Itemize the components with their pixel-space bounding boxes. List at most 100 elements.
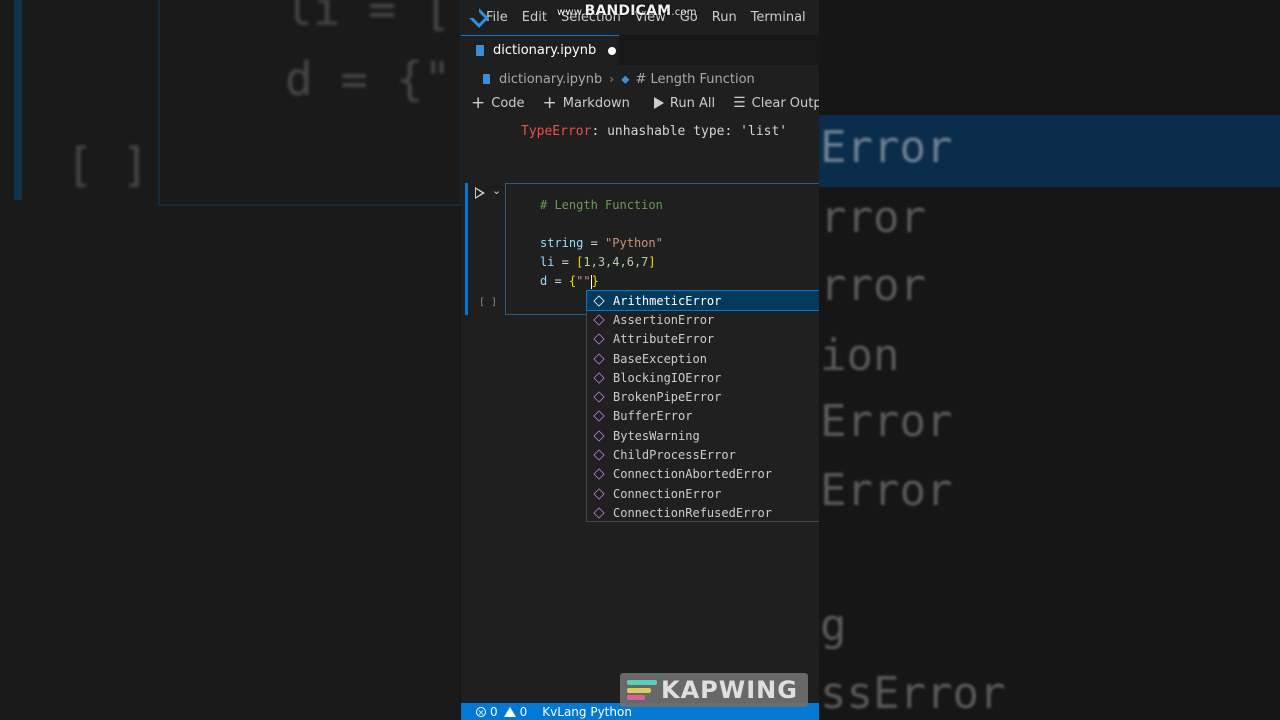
error-message: : unhashable type: 'list' [591,124,788,139]
suggestion-item[interactable]: AssertionError [587,310,819,329]
code-var-li: li [540,255,555,269]
error-type: TypeError [521,124,592,139]
code-op: = [583,236,606,250]
breadcrumb-section[interactable]: # Length Function [635,72,754,87]
backdrop-word: rror [820,192,926,243]
title-bar: File Edit Selection View Go Run Terminal… [461,0,819,35]
suggestion-label: AssertionError [613,312,715,327]
language-mode[interactable]: KvLang Python [542,705,632,719]
suggestion-item[interactable]: BrokenPipeError [587,387,819,406]
run-cell-icon[interactable] [475,187,485,199]
backdrop-word: Error [820,465,953,516]
suggestion-item[interactable]: BlockingIOError [587,368,819,387]
add-code-label: Code [491,95,525,111]
backdrop-word: rror [820,260,926,311]
add-markdown-cell-button[interactable]: + Markdown [543,93,630,113]
class-icon [593,333,605,345]
suggestion-item[interactable]: BufferError [587,407,819,426]
error-count: 0 [490,704,498,719]
backdrop-word: ssError [820,668,1006,719]
suggestion-item[interactable]: BytesWarning [587,426,819,445]
backdrop-word: Error [820,396,953,447]
breadcrumb: dictionary.ipynb › ⬥ # Length Function [461,68,755,90]
suggestion-label: AttributeError [613,332,715,347]
code-brace: } [591,274,599,288]
code-content[interactable]: # Length Function string = "Python" li =… [540,196,663,291]
clear-outputs-label: Clear Outputs [751,95,819,111]
suggestion-widget: ArithmeticError AssertionError Attribute… [586,289,819,522]
clear-outputs-button[interactable]: ☰ Clear Outputs [733,95,819,111]
suggestion-label: ArithmeticError [613,293,722,308]
class-icon [593,352,605,365]
code-comment: # Length Function [540,198,663,212]
unsaved-dot-icon[interactable] [608,46,617,55]
play-icon [653,97,664,109]
kapwing-logo-bar [627,695,645,700]
backdrop-word: g [820,600,847,651]
warning-icon [503,706,516,717]
suggestion-label: ConnectionRefusedError [613,505,772,520]
class-icon [593,294,605,307]
suggestion-label: BrokenPipeError [613,390,722,405]
notebook-toolbar: + Code + Markdown Run All ☰ Clear Output… [461,92,819,114]
plus-icon: + [471,93,486,113]
backdrop-word: Error [820,122,953,173]
code-string-literal: "Python" [605,236,663,250]
problems-indicator[interactable]: × 0 0 [476,705,527,719]
error-icon: × [476,706,486,717]
suggestion-label: BytesWarning [613,428,700,443]
suggestion-item[interactable]: AttributeError [587,330,819,349]
suggestion-item[interactable]: BaseException [587,349,819,368]
backdrop-code-line: li = [ [285,0,452,36]
tab-dictionary-ipynb[interactable]: dictionary.ipynb [461,35,619,65]
add-code-cell-button[interactable]: + Code [471,93,525,113]
backdrop-code-line: [ ] [66,138,150,192]
run-all-button[interactable]: Run All [653,95,716,111]
suggestion-item[interactable]: ArithmeticError [586,289,819,312]
class-icon [593,487,605,500]
kapwing-logo-bar [627,687,651,693]
kapwing-logo-icon [627,680,657,700]
class-icon [593,410,605,423]
recording-watermark: www.BANDICAM.com [557,3,697,19]
suggestion-label: BufferError [613,409,693,424]
class-icon [593,314,605,326]
class-icon [593,449,605,461]
execution-count: [ ] [479,297,498,308]
code-bracket: ] [648,255,656,269]
tab-label: dictionary.ipynb [493,43,597,58]
notebook-file-icon [476,45,484,56]
class-icon [593,430,605,442]
suggestion-item[interactable]: ConnectionAbortedError [587,465,819,484]
backdrop-word: ion [820,330,900,381]
chevron-right-icon: › [609,72,615,86]
class-icon [593,391,605,403]
code-list-values: 1,3,4,6,7 [583,255,649,269]
suggestion-item[interactable]: ConnectionError [587,484,819,503]
run-all-label: Run All [669,95,716,111]
suggestion-label: ChildProcessError [613,448,736,463]
notebook-file-icon [483,74,490,84]
class-icon [593,372,605,384]
cell-error-output: TypeError: unhashable type: 'list' [521,124,787,139]
plus-icon: + [542,93,557,113]
chevron-down-icon[interactable]: ⌄ [492,184,501,197]
suggestion-item[interactable]: ConnectionRefusedError [587,503,819,522]
editor-tab-bar: dictionary.ipynb [461,35,819,65]
add-markdown-label: Markdown [562,95,630,111]
breadcrumb-file[interactable]: dictionary.ipynb [499,72,602,87]
suggestion-label: BaseException [613,351,707,366]
menu-terminal[interactable]: Terminal [751,10,806,25]
code-op: = [554,255,577,269]
menu-run[interactable]: Run [712,10,737,25]
clear-all-icon: ☰ [733,95,746,111]
markdown-section-icon: ⬥ [621,71,630,86]
kapwing-logo-bar [627,680,657,685]
menu-edit[interactable]: Edit [522,10,547,25]
suggestion-label: ConnectionError [613,486,722,501]
backdrop-code-line: d = {" [285,52,452,106]
code-empty-string: "" [576,274,591,288]
suggestion-item[interactable]: ChildProcessError [587,445,819,464]
kapwing-label: KAPWING [661,676,798,704]
vscode-window: File Edit Selection View Go Run Terminal… [461,0,819,720]
